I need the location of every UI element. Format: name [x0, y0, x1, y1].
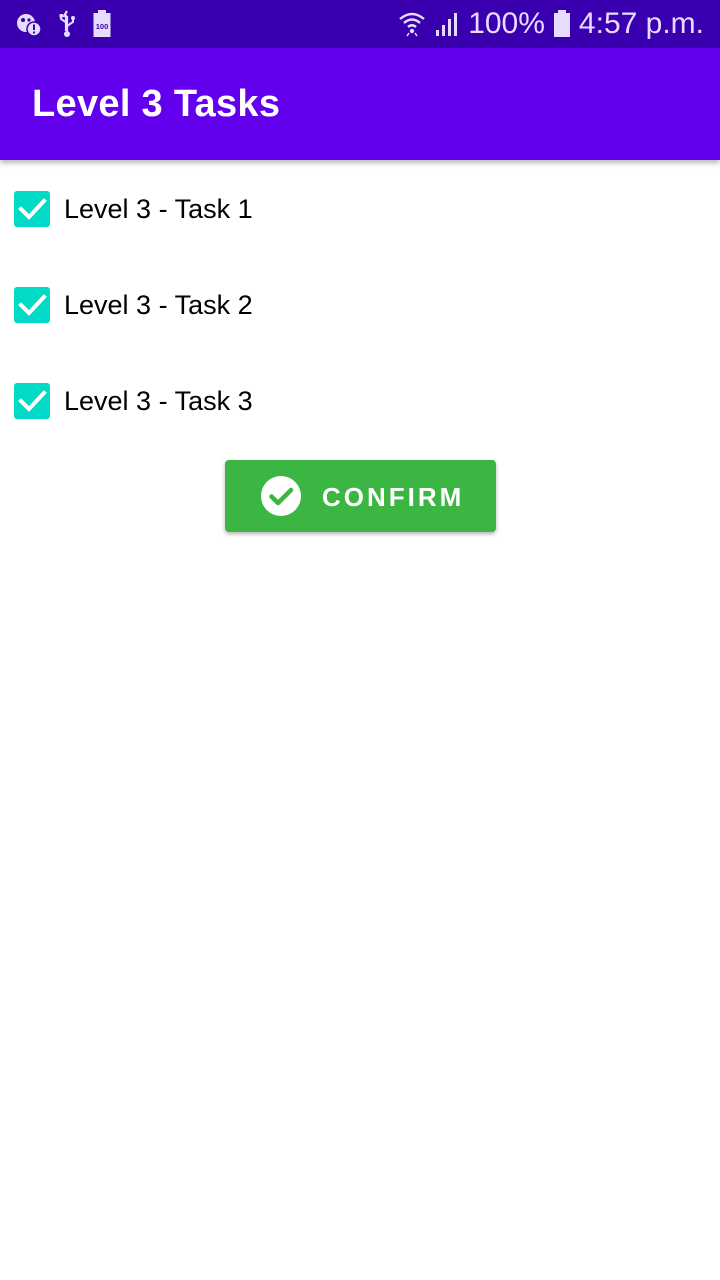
task-checkbox-item-3[interactable]: Level 3 - Task 3 [0, 353, 400, 449]
battery-mini-label: 100 [96, 22, 109, 31]
wifi-icon [398, 10, 426, 38]
usb-icon [56, 9, 78, 39]
task-label: Level 3 - Task 2 [64, 289, 253, 320]
app-bar: Level 3 Tasks [0, 48, 720, 160]
page-title: Level 3 Tasks [32, 83, 281, 125]
status-left-icons: 100 [14, 8, 112, 40]
signal-icon [434, 10, 460, 38]
battery-icon [553, 9, 571, 39]
checkbox-checked-icon[interactable] [14, 191, 50, 227]
task-checkbox-item-1[interactable]: Level 3 - Task 1 [0, 161, 400, 257]
notification-alert-icon [14, 10, 42, 38]
task-label: Level 3 - Task 3 [64, 385, 253, 416]
confirm-button[interactable]: CONFIRM [225, 460, 496, 532]
battery-percent: 100% [468, 7, 545, 40]
task-label: Level 3 - Task 1 [64, 193, 253, 224]
confirm-button-label: CONFIRM [322, 482, 465, 512]
clock: 4:57 p.m. [578, 7, 704, 40]
check-circle-icon [261, 476, 301, 516]
task-checkbox-item-2[interactable]: Level 3 - Task 2 [0, 257, 400, 353]
checkbox-checked-icon[interactable] [14, 383, 50, 419]
checkbox-checked-icon[interactable] [14, 287, 50, 323]
status-bar: 100 100% 4:57 p.m. [0, 0, 720, 48]
status-right-icons: 100% 4:57 p.m. [398, 0, 704, 48]
battery-100-icon: 100 [92, 9, 112, 39]
